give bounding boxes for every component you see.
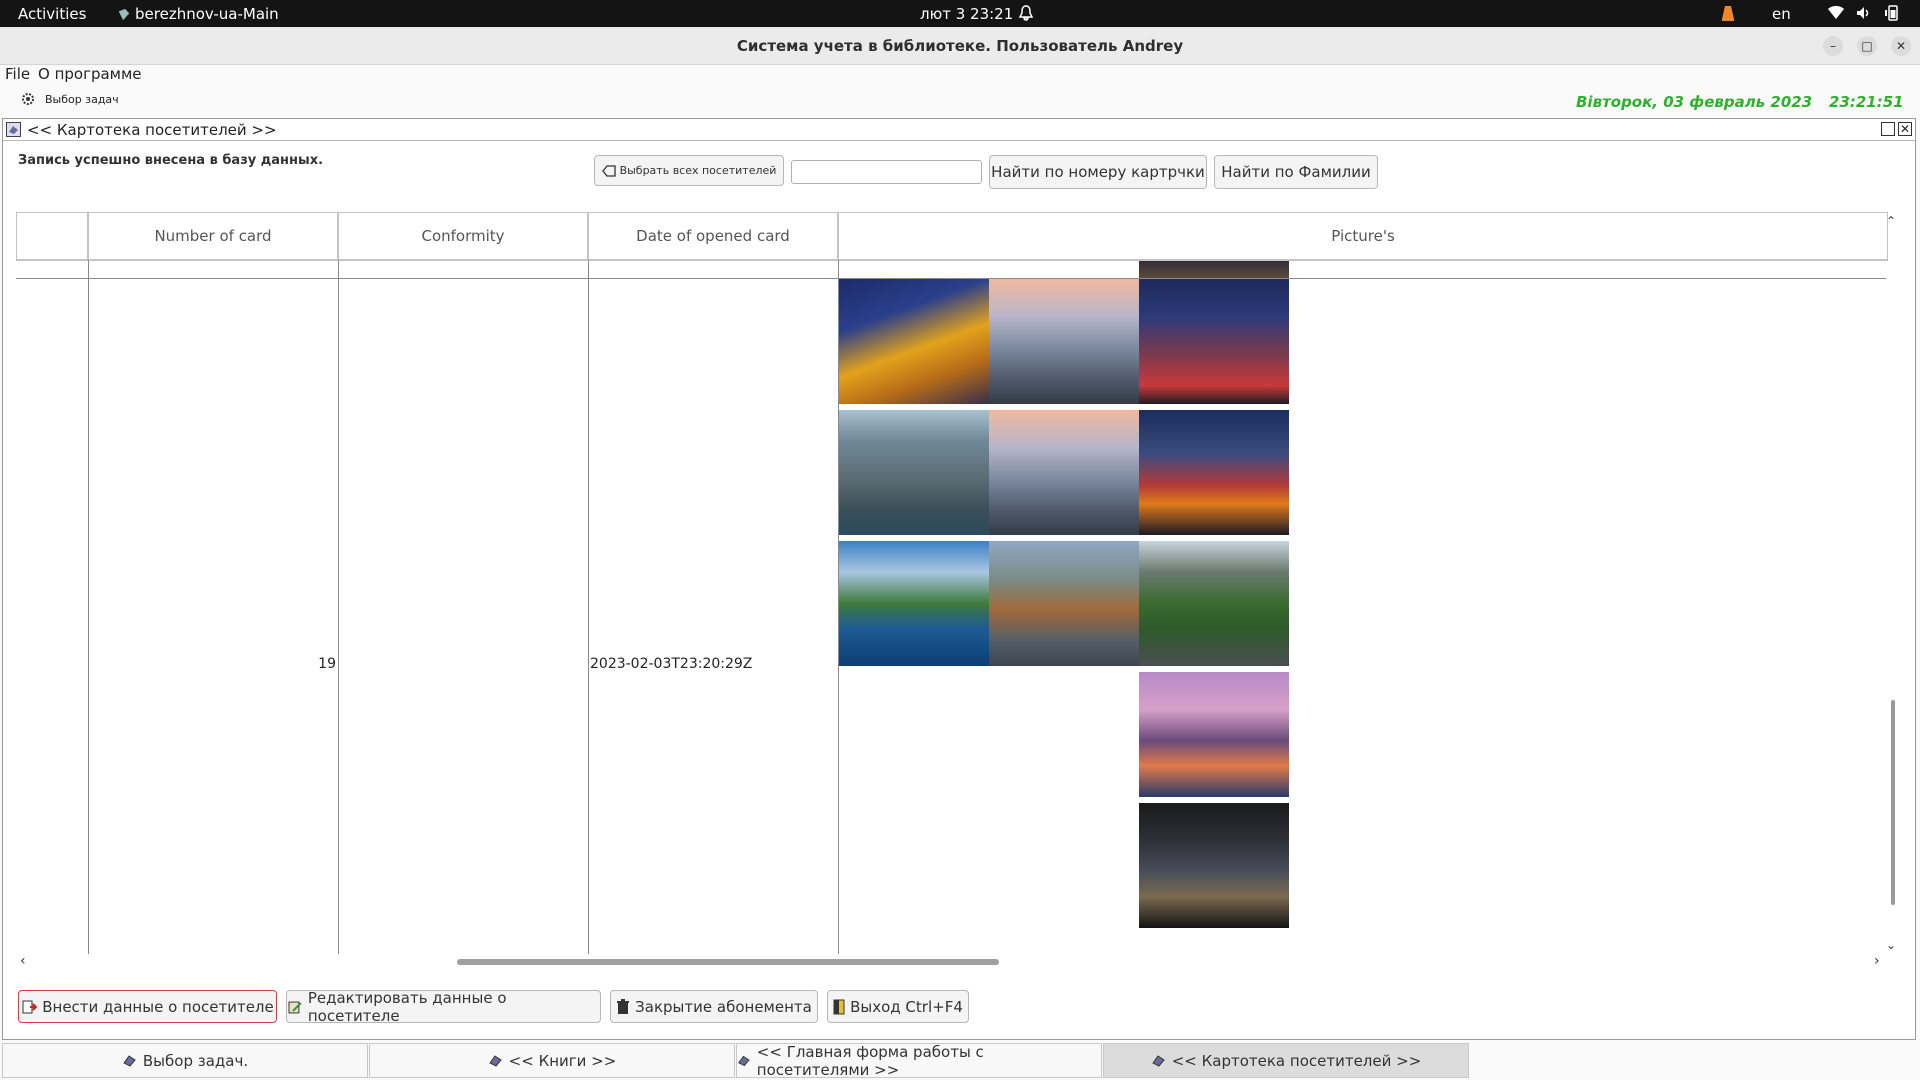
power-icon[interactable]: [1884, 4, 1900, 22]
minimize-button[interactable]: –: [1823, 36, 1843, 56]
picture-partial: [1139, 261, 1289, 278]
tab-visitors-main[interactable]: << Главная форма работы с посетителями >…: [736, 1042, 1102, 1079]
scroll-right-arrow[interactable]: ›: [1874, 953, 1880, 969]
column-line: [588, 260, 589, 954]
maximize-button[interactable]: □: [1857, 36, 1877, 56]
frame-close-button[interactable]: ✕: [1898, 122, 1912, 136]
close-subscription-label: Закрытие абонемента: [635, 997, 812, 1016]
add-record-icon: [22, 1000, 38, 1013]
cell-number: 19: [318, 656, 336, 672]
frame-title: << Картотека посетителей >>: [27, 121, 277, 139]
exit-label: Выход Ctrl+F4: [850, 997, 963, 1016]
bell-icon: [1019, 5, 1033, 21]
app-icon: [118, 8, 130, 20]
menu-bar: File О программе: [0, 65, 1920, 87]
volume-icon[interactable]: [1856, 5, 1872, 21]
header-divider: [16, 260, 1888, 261]
select-all-visitors-button[interactable]: Выбрать всех посетителей: [594, 155, 784, 186]
column-header-conformity[interactable]: Conformity: [338, 212, 588, 260]
app-menu[interactable]: berezhnov-ua-Main: [117, 5, 279, 23]
picture-street-night: [1139, 803, 1289, 928]
vlc-icon[interactable]: [1721, 4, 1735, 22]
column-header-pictures[interactable]: Picture's: [838, 212, 1888, 260]
trash-icon: [617, 998, 630, 1014]
window-title: Система учета в библиотеке. Пользователь…: [736, 37, 1184, 55]
frame-icon: [1151, 1055, 1165, 1067]
close-subscription-button[interactable]: Закрытие абонемента: [610, 990, 818, 1023]
select-all-label: Выбрать всех посетителей: [619, 164, 777, 177]
tab-label: << Главная форма работы с посетителями >…: [756, 1042, 984, 1079]
column-header-blank[interactable]: [16, 212, 88, 260]
current-date: Вівторок, 03 февраль 2023: [1576, 93, 1813, 111]
frame-maximize-button[interactable]: [1881, 122, 1895, 136]
exit-button[interactable]: Выход Ctrl+F4: [827, 990, 969, 1023]
horizontal-scroll-thumb[interactable]: [457, 959, 999, 965]
status-message: Запись успешно внесена в базу данных.: [18, 153, 324, 168]
frame-icon: [6, 122, 21, 137]
tab-visitors-card[interactable]: << Картотека посетителей >>: [1103, 1043, 1469, 1078]
column-line: [88, 260, 89, 954]
scroll-left-arrow[interactable]: ‹: [20, 953, 26, 969]
menu-about[interactable]: О программе: [38, 65, 142, 83]
edit-visitor-label: Редактировать данные о посетителе: [307, 988, 507, 1025]
scroll-up-arrow[interactable]: ⌃: [1886, 214, 1896, 228]
tag-icon: [601, 164, 616, 177]
exit-door-icon: [833, 999, 845, 1014]
wifi-icon[interactable]: [1828, 6, 1844, 20]
vertical-scroll-thumb[interactable]: [1891, 700, 1895, 905]
picture-tropical-island: [839, 541, 989, 666]
picture-skyline-dusk: [1139, 672, 1289, 797]
toolbar: Выбор задач Вівторок, 03 февраль 2023 23…: [0, 87, 1920, 115]
picture-central-park: [1139, 541, 1289, 666]
column-header-number[interactable]: Number of card: [88, 212, 338, 260]
system-top-bar: Activities berezhnov-ua-Main лют 3 23:21…: [0, 0, 1920, 27]
clock[interactable]: лют 3 23:21: [920, 5, 1013, 23]
tab-books[interactable]: << Книги >>: [369, 1043, 735, 1078]
edit-record-icon: [288, 1001, 302, 1013]
frame-icon: [738, 1055, 750, 1067]
activities-button[interactable]: Activities: [18, 5, 86, 23]
column-line: [338, 260, 339, 954]
visitors-table: Number of card Conformity Date of opened…: [16, 212, 1888, 954]
cell-date: 2023-02-03T23:20:29Z: [590, 656, 753, 672]
frame-icon: [488, 1055, 502, 1067]
frame-title-bar[interactable]: << Картотека посетителей >> ✕: [3, 119, 1915, 141]
picture-central-park-autumn: [989, 541, 1139, 666]
picture-times-square-night: [1139, 279, 1289, 404]
close-button[interactable]: ✕: [1891, 36, 1911, 56]
picture-manhattan-sunset: [989, 279, 1139, 404]
picture-manhattan-aerial: [839, 410, 989, 535]
current-time: 23:21:51: [1829, 93, 1904, 111]
window-title-bar[interactable]: Система учета в библиотеке. Пользователь…: [0, 27, 1920, 65]
scroll-down-arrow[interactable]: ⌄: [1886, 938, 1896, 952]
column-header-date[interactable]: Date of opened card: [588, 212, 838, 260]
picture-cafe-terrace: [839, 279, 989, 404]
tab-label: << Книги >>: [508, 1051, 617, 1070]
picture-times-square: [1139, 410, 1289, 535]
edit-visitor-button[interactable]: Редактировать данные о посетителе: [286, 988, 601, 1025]
task-select-button[interactable]: Выбор задач: [20, 91, 119, 107]
add-visitor-label: Внести данные о посетителе: [42, 997, 274, 1016]
tab-label: Выбор задач.: [142, 1051, 249, 1070]
language-indicator[interactable]: en: [1772, 5, 1791, 23]
task-select-label: Выбор задач: [45, 92, 119, 106]
find-by-surname-button[interactable]: Найти по Фамилии: [1214, 155, 1378, 189]
app-name: berezhnov-ua-Main: [135, 5, 279, 23]
search-input[interactable]: [791, 160, 982, 184]
add-visitor-button[interactable]: Внести данные о посетителе: [18, 990, 277, 1023]
tab-label: << Картотека посетителей >>: [1171, 1051, 1422, 1070]
picture-empire-state: [989, 410, 1139, 535]
tab-task-select[interactable]: Выбор задач.: [2, 1043, 368, 1078]
gear-icon: [22, 93, 34, 105]
menu-file[interactable]: File: [5, 65, 30, 83]
find-by-card-button[interactable]: Найти по номеру картрчки: [989, 155, 1207, 189]
frame-icon: [123, 1055, 136, 1067]
